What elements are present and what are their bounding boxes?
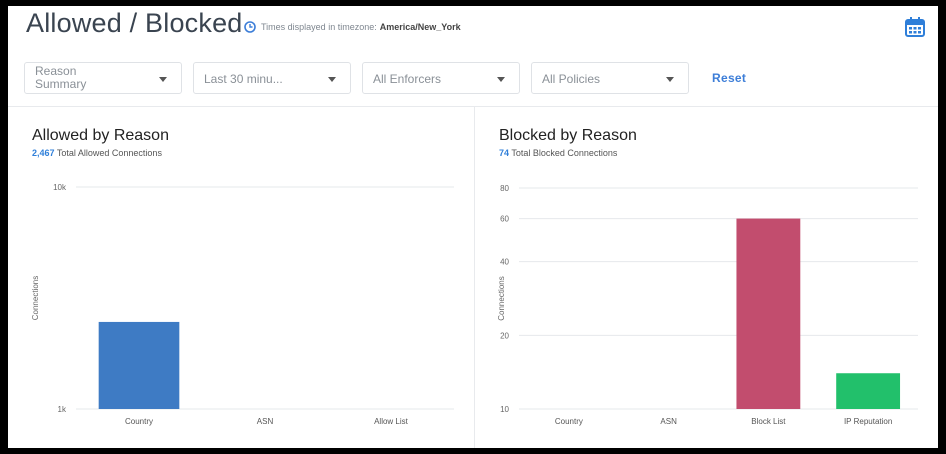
- x-category-label: Block List: [751, 417, 786, 426]
- chevron-down-icon: [497, 77, 505, 82]
- x-category-label: ASN: [257, 417, 274, 426]
- x-category-label: ASN: [660, 417, 677, 426]
- y-tick-label: 10: [500, 405, 509, 414]
- blocked-panel: Blocked by Reason 74 Total Blocked Conne…: [475, 107, 938, 448]
- x-category-label: Country: [555, 417, 583, 426]
- chevron-down-icon: [328, 77, 336, 82]
- x-category-label: Country: [125, 417, 153, 426]
- y-axis-title: Connections: [31, 276, 40, 320]
- clock-icon: [244, 21, 256, 33]
- reason-dropdown[interactable]: Reason Summary: [24, 62, 182, 94]
- allowed-chart: 1k 10k Connections Country ASN Allow List: [31, 183, 454, 426]
- policies-dropdown-value: All Policies: [542, 72, 601, 86]
- chevron-down-icon: [159, 77, 167, 82]
- calendar-icon[interactable]: [904, 16, 926, 38]
- x-category-label: Allow List: [374, 417, 409, 426]
- bar: [98, 321, 180, 409]
- time-range-dropdown[interactable]: Last 30 minu...: [193, 62, 351, 94]
- timezone-label: Times displayed in timezone:: [261, 22, 377, 32]
- reset-button[interactable]: Reset: [712, 71, 746, 85]
- time-range-dropdown-value: Last 30 minu...: [204, 72, 283, 86]
- page-header: Allowed / Blocked Times displayed in tim…: [8, 6, 938, 50]
- y-tick-label: 20: [500, 331, 509, 340]
- enforcers-dropdown-value: All Enforcers: [373, 72, 442, 86]
- y-tick-label: 10k: [53, 183, 67, 192]
- bar: [736, 218, 801, 409]
- timezone-info: Times displayed in timezone: America/New…: [244, 21, 461, 33]
- allowed-panel: Allowed by Reason 2,467 Total Allowed Co…: [8, 107, 474, 448]
- timezone-value: America/New_York: [379, 22, 461, 32]
- app-frame: Allowed / Blocked Times displayed in tim…: [8, 6, 938, 448]
- policies-dropdown[interactable]: All Policies: [531, 62, 689, 94]
- y-tick-label: 80: [500, 184, 509, 193]
- y-axis-title: Connections: [497, 276, 506, 320]
- bar: [836, 373, 901, 409]
- blocked-chart: 10 20 40 60 80 Connections Country ASN Block Lis…: [497, 184, 918, 426]
- reason-dropdown-value: Reason Summary: [35, 64, 87, 91]
- y-tick-label: 1k: [58, 405, 67, 414]
- chevron-down-icon: [666, 77, 674, 82]
- enforcers-dropdown[interactable]: All Enforcers: [362, 62, 520, 94]
- y-tick-label: 40: [500, 258, 509, 267]
- filter-bar: Reason Summary Last 30 minu... All Enfor…: [8, 56, 938, 106]
- y-tick-label: 60: [500, 215, 509, 224]
- x-category-label: IP Reputation: [844, 417, 892, 426]
- page-title: Allowed / Blocked: [26, 8, 243, 38]
